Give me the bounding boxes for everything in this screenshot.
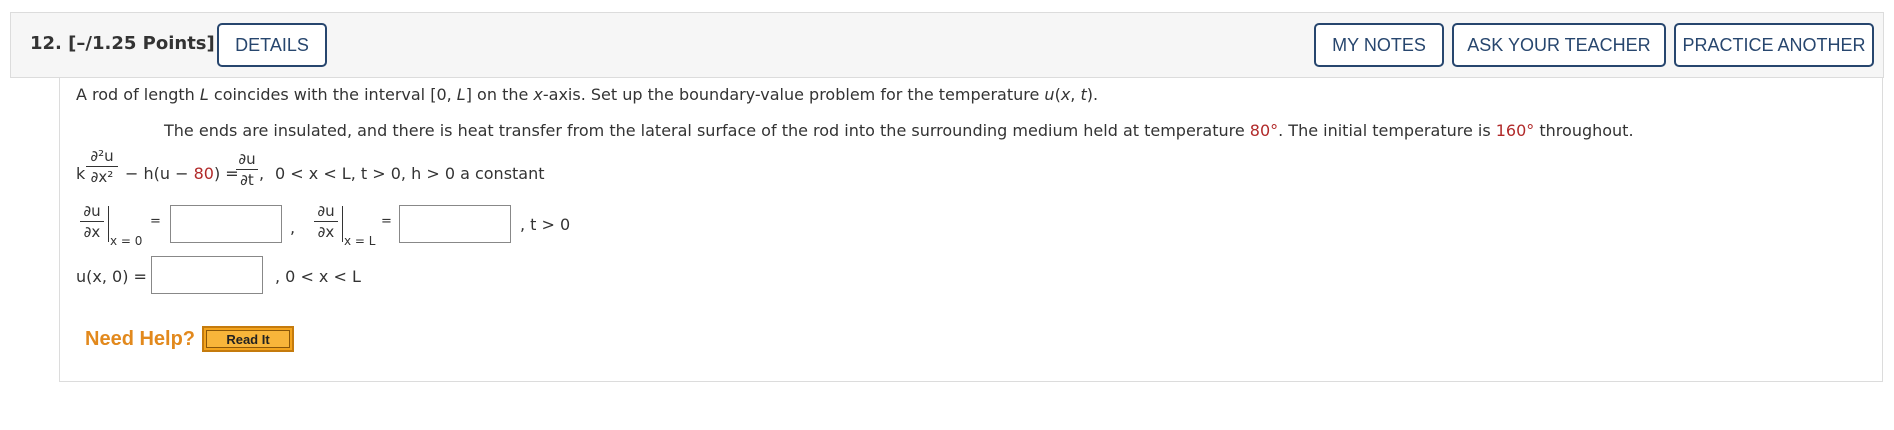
need-help-label: Need Help? [85,328,196,350]
bc-left-equals: = [150,214,161,229]
read-it-label: Read It [206,330,290,348]
ic-condition: , 0 < x < L [275,267,361,286]
pde-conditions: 0 < x < L, t > 0, h > 0 a constant [275,164,545,183]
problem-statement: A rod of length L coincides with the int… [76,85,1099,104]
bc-left-evaluation-bar [108,206,109,242]
my-notes-button[interactable]: MY NOTES [1314,23,1444,67]
bc-right-subscript: x = L [344,234,376,248]
bc-separator-comma: , [290,218,296,237]
bc-left-subscript: x = 0 [110,234,143,248]
bc-left-fraction: ∂u ∂x [80,202,104,241]
bc-left-answer-input[interactable] [170,205,282,243]
initial-temperature: 160° [1495,121,1535,140]
read-it-button[interactable]: Read It [202,326,294,352]
practice-another-button[interactable]: PRACTICE ANOTHER [1674,23,1874,67]
question-header: 12. [–/1.25 Points] DETAILS MY NOTES ASK… [10,12,1884,78]
question-number: 12. [30,33,62,54]
pde-medium-temp: 80 [193,164,214,183]
second-derivative-fraction: ∂²u ∂x² [86,147,118,186]
question-title: 12. [–/1.25 Points] [30,33,215,54]
medium-temperature: 80° [1249,121,1279,140]
details-button[interactable]: DETAILS [217,23,327,67]
bc-right-answer-input[interactable] [399,205,511,243]
bc-right-equals: = [381,214,392,229]
question-points: [–/1.25 Points] [68,33,215,54]
time-derivative-fraction: ∂u ∂t [236,150,258,189]
bc-right-evaluation-bar [342,206,343,242]
pde-comma: , [259,164,265,183]
pde-k: k [76,164,86,183]
ic-label: u(x, 0) = [76,267,147,286]
problem-conditions: The ends are insulated, and there is hea… [164,121,1634,140]
bc-right-fraction: ∂u ∂x [314,202,338,241]
ic-answer-input[interactable] [151,256,263,294]
bc-time-condition: , t > 0 [520,215,571,234]
ask-your-teacher-button[interactable]: ASK YOUR TEACHER [1452,23,1666,67]
pde-middle: − h(u − 80) = [125,164,239,183]
